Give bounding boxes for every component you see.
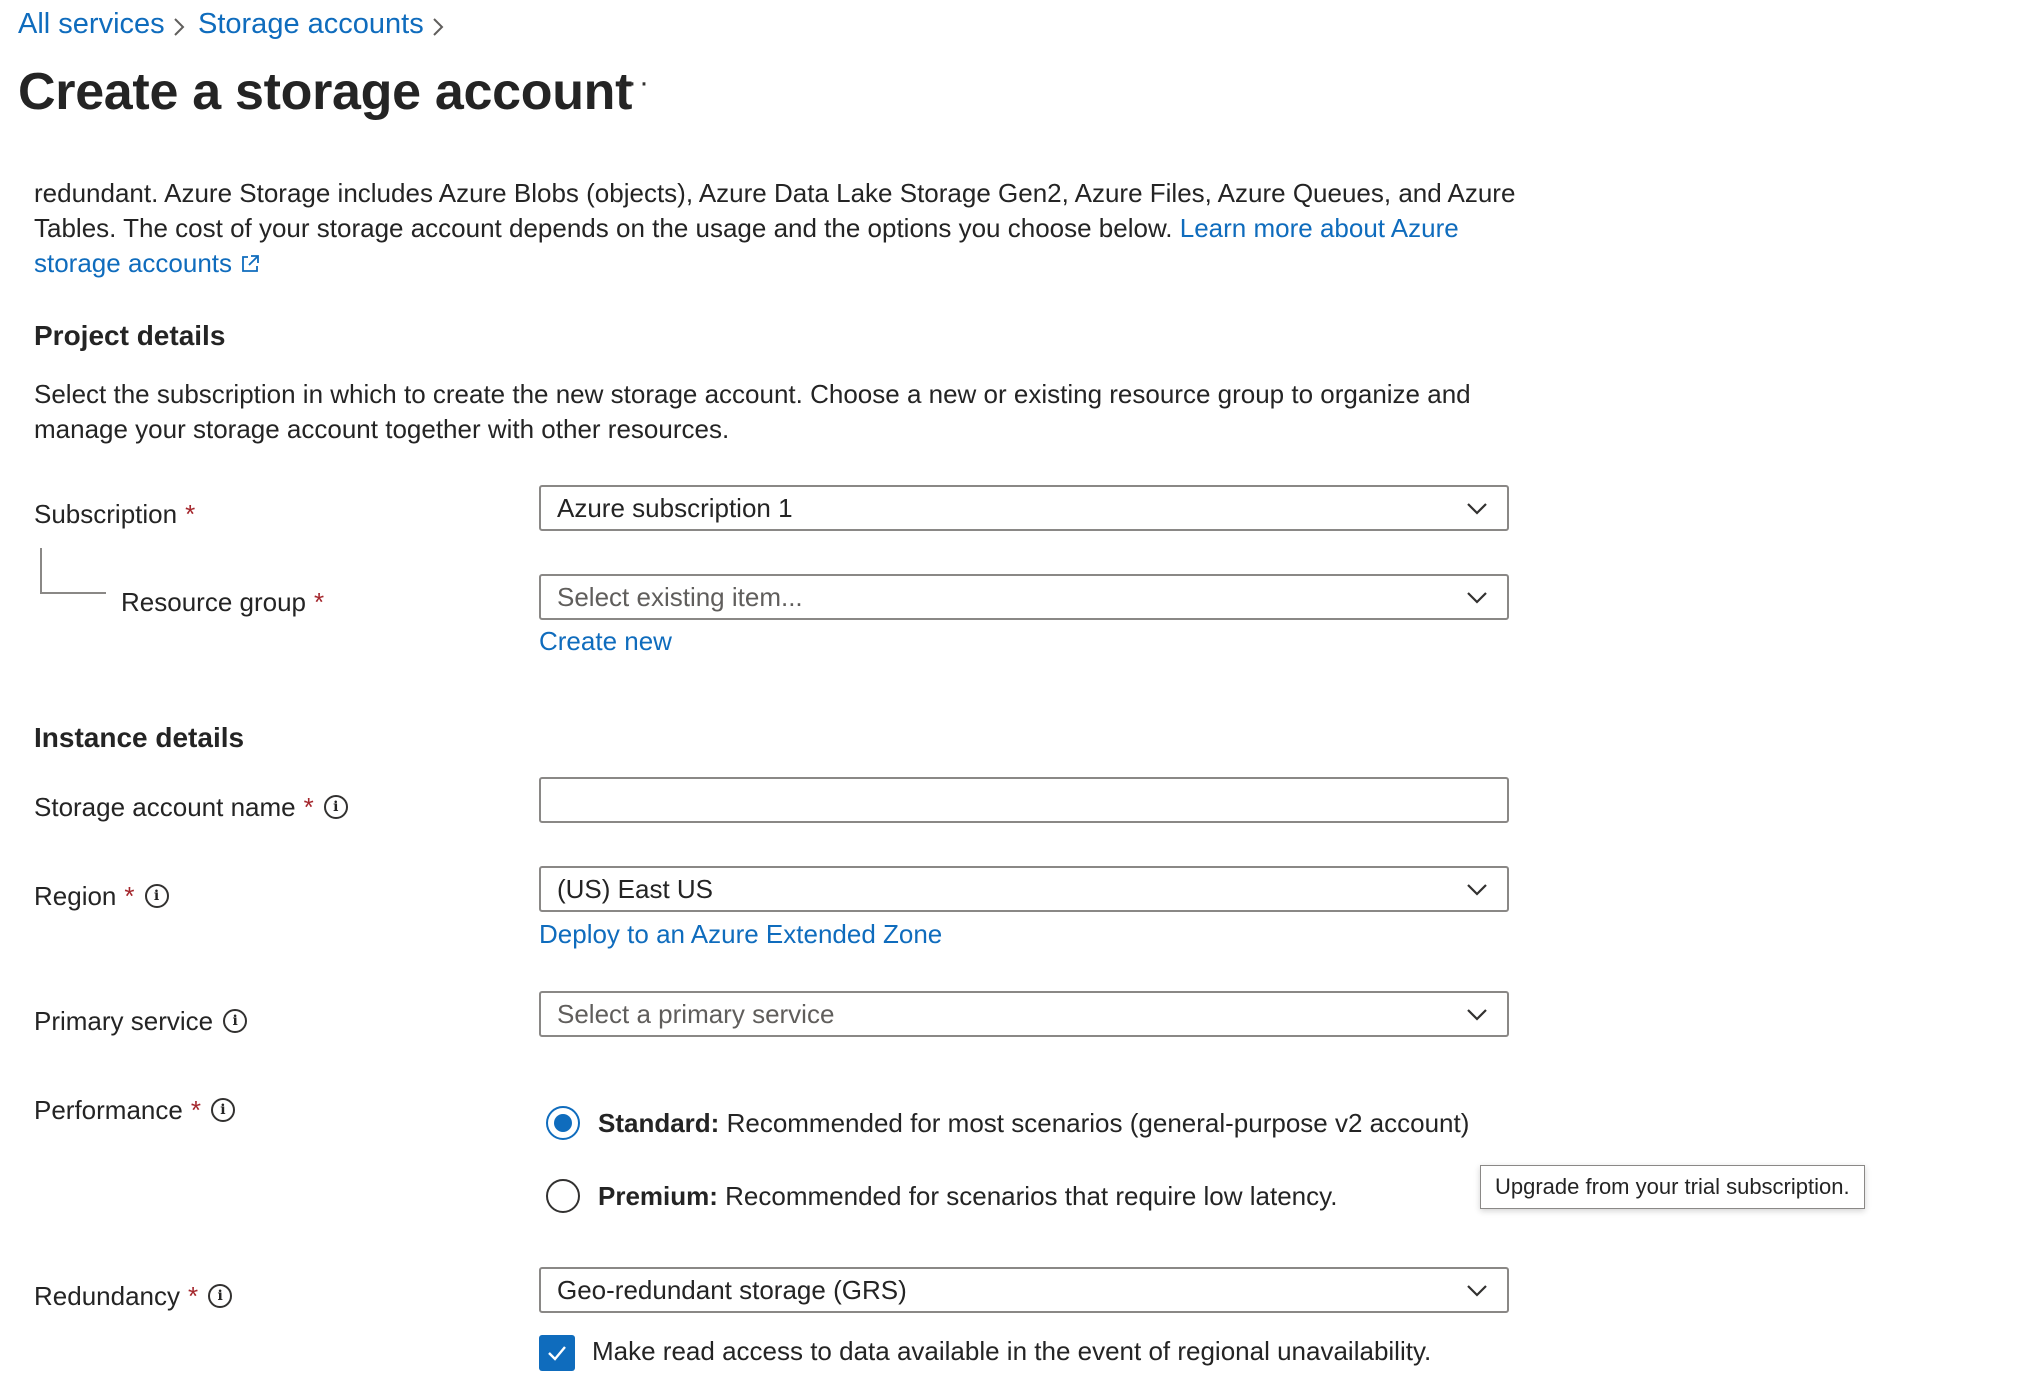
project-details-description: Select the subscription in which to crea…: [34, 379, 1471, 444]
instance-details-heading: Instance details: [34, 722, 245, 753]
resource-group-label: Resource group *: [121, 586, 325, 617]
page-title: Create a storage account: [18, 63, 633, 121]
tree-connector: [40, 548, 106, 594]
info-icon[interactable]: i: [323, 795, 348, 819]
premium-tooltip: Upgrade from your trial subscription.: [1480, 1165, 1865, 1209]
primary-service-dropdown[interactable]: Select a primary service: [539, 991, 1509, 1037]
subscription-value: Azure subscription 1: [557, 492, 793, 523]
premium-radio[interactable]: [546, 1179, 580, 1213]
info-icon[interactable]: i: [223, 1009, 248, 1033]
chevron-down-icon: [1467, 1009, 1487, 1021]
resource-group-dropdown[interactable]: Select existing item...: [539, 574, 1509, 620]
redundancy-label: Redundancy * i: [34, 1279, 233, 1313]
intro-paragraph: redundant. Azure Storage includes Azure …: [34, 176, 1524, 281]
breadcrumb-all-services[interactable]: All services: [18, 8, 165, 41]
resource-group-placeholder: Select existing item...: [557, 581, 803, 612]
breadcrumb-storage-accounts[interactable]: Storage accounts: [198, 8, 424, 41]
info-icon[interactable]: i: [208, 1284, 233, 1308]
performance-premium-option[interactable]: Premium: Recommended for scenarios that …: [546, 1179, 1337, 1213]
info-icon[interactable]: i: [144, 884, 169, 908]
deploy-extended-zone-link[interactable]: Deploy to an Azure Extended Zone: [539, 919, 942, 950]
create-new-resource-group-link[interactable]: Create new: [539, 626, 672, 657]
read-access-label: Make read access to data available in th…: [592, 1336, 1432, 1366]
storage-account-name-input[interactable]: [539, 777, 1509, 823]
primary-service-label: Primary service i: [34, 1004, 248, 1038]
redundancy-dropdown[interactable]: Geo-redundant storage (GRS): [539, 1267, 1509, 1313]
standard-radio[interactable]: [546, 1106, 580, 1140]
read-access-checkbox[interactable]: [539, 1335, 575, 1371]
chevron-down-icon: [1467, 1285, 1487, 1297]
premium-option-text: Premium: Recommended for scenarios that …: [598, 1180, 1338, 1211]
chevron-right-icon: [174, 18, 185, 36]
chevron-down-icon: [1467, 592, 1487, 604]
project-details-heading: Project details: [34, 320, 226, 351]
chevron-right-icon: [433, 18, 444, 36]
checkmark-icon: [548, 1346, 566, 1361]
standard-option-text: Standard: Recommended for most scenarios…: [598, 1107, 1470, 1138]
primary-service-placeholder: Select a primary service: [557, 998, 835, 1029]
region-label: Region * i: [34, 879, 169, 913]
region-dropdown[interactable]: (US) East US: [539, 866, 1509, 912]
external-link-icon: [242, 255, 260, 272]
subscription-dropdown[interactable]: Azure subscription 1: [539, 485, 1509, 531]
performance-standard-option[interactable]: Standard: Recommended for most scenarios…: [546, 1106, 1469, 1140]
chevron-down-icon: [1467, 884, 1487, 896]
info-icon[interactable]: i: [210, 1098, 235, 1122]
subscription-label: Subscription *: [34, 498, 196, 529]
storage-account-name-label: Storage account name * i: [34, 790, 348, 824]
region-value: (US) East US: [557, 873, 714, 904]
performance-label: Performance * i: [34, 1093, 235, 1127]
chevron-down-icon: [1467, 503, 1487, 515]
redundancy-value: Geo-redundant storage (GRS): [557, 1274, 907, 1305]
more-actions-button[interactable]: ···: [615, 66, 651, 100]
